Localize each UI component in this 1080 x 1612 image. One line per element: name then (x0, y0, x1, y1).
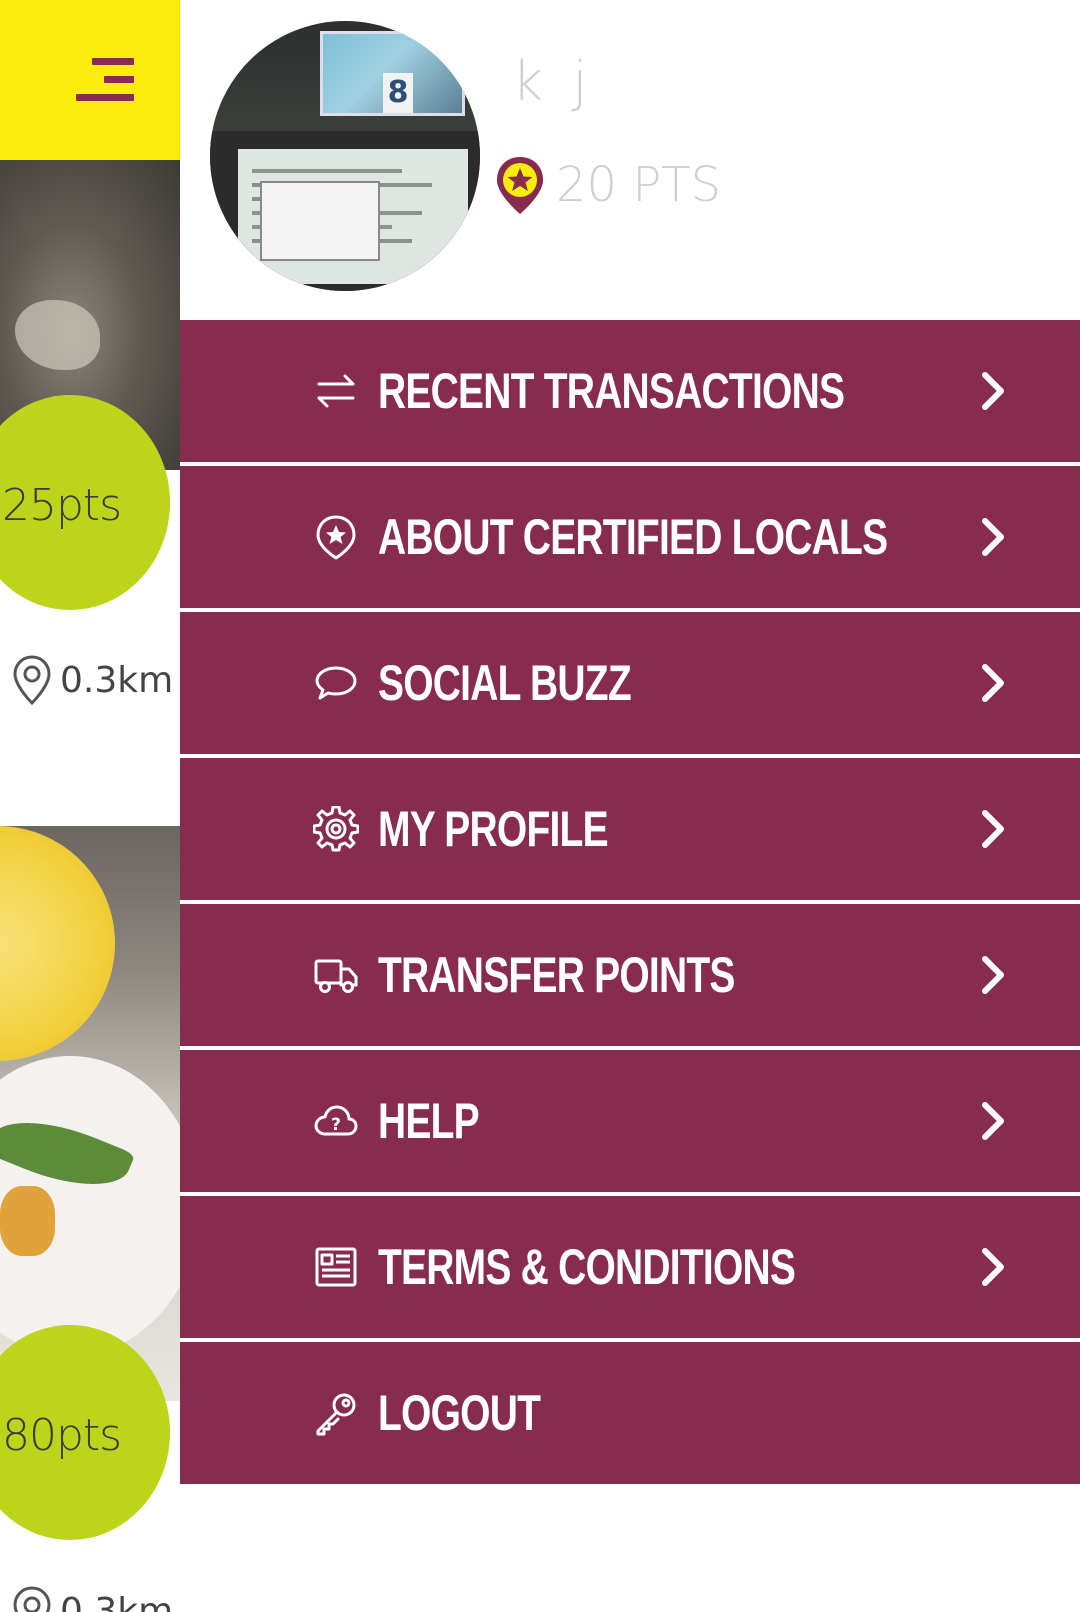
menu-item-terms-conditions[interactable]: TERMS & CONDITIONS (180, 1196, 1080, 1338)
document-icon (312, 1243, 360, 1291)
key-icon (312, 1389, 360, 1437)
venue-points: 80pts (2, 1410, 122, 1461)
chevron-right-icon (982, 810, 1004, 848)
venue-points: 25pts (2, 480, 122, 531)
chevron-right-icon (982, 956, 1004, 994)
profile-points: 20 PTS (556, 157, 722, 213)
menu-item-about-certified-locals[interactable]: ABOUT CERTIFIED LOCALS (180, 466, 1080, 608)
speech-bubble-icon (312, 659, 360, 707)
chevron-right-icon (982, 518, 1004, 556)
swap-arrows-icon (312, 367, 360, 415)
chevron-right-icon (982, 1248, 1004, 1286)
profile-username: k j (512, 50, 594, 113)
menu-item-label: LOGOUT (378, 1385, 541, 1441)
menu-item-label: TERMS & CONDITIONS (378, 1239, 796, 1295)
menu-item-social-buzz[interactable]: SOCIAL BUZZ (180, 612, 1080, 754)
chevron-right-icon (982, 372, 1004, 410)
chevron-right-icon (982, 664, 1004, 702)
menu-item-label: SOCIAL BUZZ (378, 655, 632, 711)
menu-item-logout[interactable]: LOGOUT (180, 1342, 1080, 1484)
background-feed: 25pts 0.3km 80pts 0.3km (0, 0, 180, 1612)
venue-photo[interactable] (0, 826, 180, 1401)
gear-icon (312, 805, 360, 853)
location-pin-icon (13, 655, 51, 706)
avatar[interactable]: 8 (210, 21, 480, 291)
distance-text: 0.3km (60, 659, 174, 701)
distance-text: 0.3km (60, 1590, 174, 1612)
menu-item-label: ABOUT CERTIFIED LOCALS (378, 509, 888, 565)
menu-item-label: RECENT TRANSACTIONS (378, 363, 845, 419)
star-pin-icon (497, 157, 543, 214)
menu-item-recent-transactions[interactable]: RECENT TRANSACTIONS (180, 320, 1080, 462)
truck-icon (312, 951, 360, 999)
venue-distance: 0.3km (12, 1585, 173, 1612)
venue-distance: 0.3km (12, 654, 173, 706)
chevron-right-icon (982, 1102, 1004, 1140)
menu-toggle-button[interactable] (0, 0, 180, 160)
menu-item-help[interactable]: ? HELP (180, 1050, 1080, 1192)
star-pin-icon (312, 513, 360, 561)
menu-item-label: HELP (378, 1093, 480, 1149)
svg-text:?: ? (331, 1115, 341, 1135)
cloud-question-icon: ? (312, 1097, 360, 1145)
menu-item-label: TRANSFER POINTS (378, 947, 735, 1003)
menu-item-label: MY PROFILE (378, 801, 609, 857)
menu-item-my-profile[interactable]: MY PROFILE (180, 758, 1080, 900)
menu-item-transfer-points[interactable]: TRANSFER POINTS (180, 904, 1080, 1046)
location-pin-icon (13, 1586, 51, 1612)
